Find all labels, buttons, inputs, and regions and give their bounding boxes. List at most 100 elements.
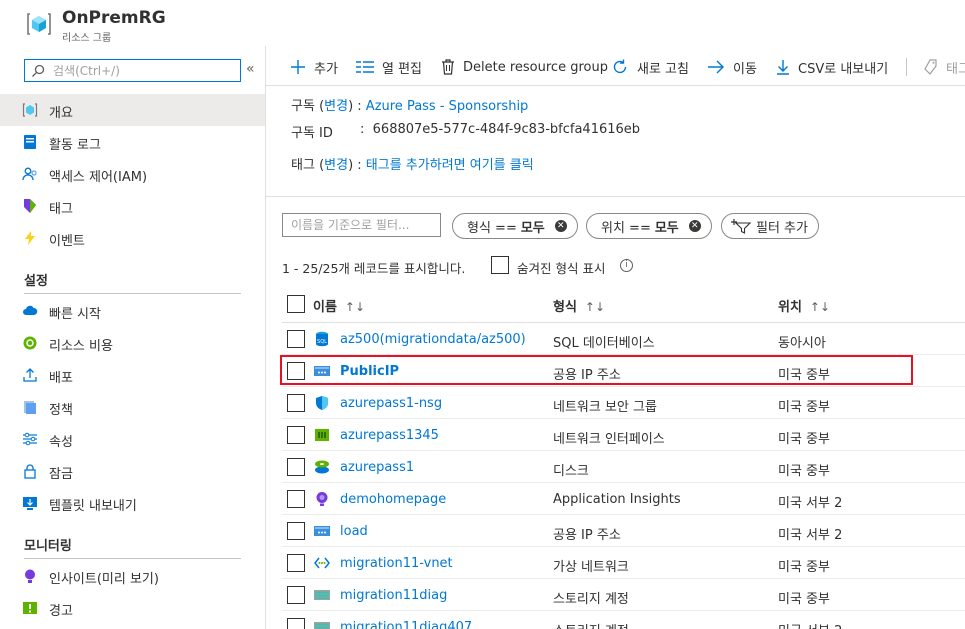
vnet-icon	[314, 557, 330, 569]
select-all-checkbox[interactable]	[287, 295, 305, 313]
resource-name-link[interactable]: load	[340, 524, 368, 539]
sidebar-item-events[interactable]: 이벤트	[0, 222, 265, 254]
close-icon[interactable]: ✕	[688, 220, 701, 232]
refresh-button[interactable]: 새로 고침	[611, 56, 689, 78]
row-checkbox[interactable]	[287, 394, 305, 412]
resource-name-link[interactable]: azurepass1-nsg	[340, 396, 442, 411]
resource-name-link[interactable]: az500(migrationdata/az500)	[340, 332, 526, 347]
row-checkbox[interactable]	[287, 490, 305, 508]
edit-columns-button[interactable]: 열 편집	[356, 56, 422, 78]
resource-name-link[interactable]: PublicIP	[340, 364, 399, 379]
sidebar-item-locks[interactable]: 잠금	[0, 455, 265, 487]
records-count: 1 - 25/25개 레코드를 표시합니다.	[282, 261, 466, 276]
app-insights-icon	[316, 492, 328, 506]
column-header-location[interactable]: 위치 ↑↓	[778, 296, 830, 315]
sidebar-item-label: 태그	[49, 202, 73, 217]
name-filter-input[interactable]	[291, 218, 431, 232]
lightning-icon	[25, 231, 35, 245]
tags-label: 태그	[946, 61, 965, 77]
sidebar-item-label: 경고	[49, 604, 73, 619]
table-row[interactable]: migration11diag407 스토리지 계정 미국 서부 2	[282, 611, 965, 629]
sidebar-item-alerts[interactable]: 경고	[0, 592, 265, 624]
resource-name-link[interactable]: azurepass1345	[340, 428, 439, 443]
policy-icon	[24, 401, 36, 414]
trash-icon	[442, 59, 454, 75]
sidebar-item-label: 개요	[49, 106, 73, 121]
add-filter-button[interactable]: 필터 추가	[721, 213, 819, 239]
row-checkbox[interactable]	[287, 554, 305, 572]
row-checkbox[interactable]	[287, 426, 305, 444]
sidebar-search[interactable]	[24, 59, 241, 82]
table-row[interactable]: PublicIP 공용 IP 주소 미국 중부	[282, 355, 965, 387]
resource-group-icon	[27, 13, 51, 35]
close-icon[interactable]: ✕	[554, 220, 567, 232]
resource-location: 미국 중부	[778, 592, 830, 607]
sidebar-item-label: 잠금	[49, 467, 73, 482]
sidebar-item-resource-costs[interactable]: 리소스 비용	[0, 327, 265, 359]
resource-name-link[interactable]: demohomepage	[340, 492, 446, 507]
table-row[interactable]: demohomepage Application Insights 미국 서부 …	[282, 483, 965, 515]
sidebar-item-label: 인사이트(미리 보기)	[49, 572, 159, 587]
sort-icon: ↑↓	[809, 300, 831, 314]
page-title: OnPremRG	[62, 8, 166, 28]
sidebar-item-activity-log[interactable]: 활동 로그	[0, 126, 265, 158]
table-row[interactable]: migration11-vnet 가상 네트워크 미국 중부	[282, 547, 965, 579]
table-row[interactable]: migration11diag 스토리지 계정 미국 중부	[282, 579, 965, 611]
sidebar-item-iam[interactable]: 액세스 제어(IAM)	[0, 158, 265, 190]
resource-location: 미국 중부	[778, 368, 830, 383]
sidebar-item-label: 리소스 비용	[49, 339, 113, 354]
resource-location: 미국 중부	[778, 464, 830, 479]
show-hidden-checkbox[interactable]	[491, 256, 509, 274]
location-filter-pill[interactable]: 위치 == 모두 ✕	[586, 213, 712, 239]
table-row[interactable]: azurepass1345 네트워크 인터페이스 미국 중부	[282, 419, 965, 451]
info-icon[interactable]: i	[620, 259, 633, 272]
resource-location: 미국 중부	[778, 560, 830, 575]
column-name-label: 이름	[313, 300, 337, 315]
row-checkbox[interactable]	[287, 458, 305, 476]
sidebar-item-tags[interactable]: 태그	[0, 190, 265, 222]
row-checkbox[interactable]	[287, 586, 305, 604]
sidebar-item-properties[interactable]: 속성	[0, 423, 265, 455]
table-row[interactable]: azurepass1 디스크 미국 중부	[282, 451, 965, 483]
search-input[interactable]	[53, 62, 233, 79]
resource-type: 네트워크 보안 그룹	[553, 400, 657, 415]
tags-change-link[interactable]: 변경	[324, 158, 348, 173]
sidebar-item-policies[interactable]: 정책	[0, 391, 265, 423]
column-location-label: 위치	[778, 300, 802, 315]
move-button[interactable]: 이동	[707, 56, 757, 78]
sidebar-item-label: 속성	[49, 435, 73, 450]
table-row[interactable]: azurepass1-nsg 네트워크 보안 그룹 미국 중부	[282, 387, 965, 419]
add-button[interactable]: 추가	[290, 56, 338, 78]
resource-name-link[interactable]: migration11diag407	[340, 620, 472, 629]
name-filter-box[interactable]	[282, 213, 441, 237]
row-checkbox[interactable]	[287, 362, 305, 380]
row-checkbox[interactable]	[287, 330, 305, 348]
table-row[interactable]: load 공용 IP 주소 미국 서부 2	[282, 515, 965, 547]
resource-name-link[interactable]: migration11diag	[340, 588, 447, 603]
tags-button[interactable]: 태그	[924, 56, 965, 78]
sidebar-item-deployments[interactable]: 배포	[0, 359, 265, 391]
sidebar-item-overview[interactable]: 개요	[0, 94, 265, 126]
type-filter-pill[interactable]: 형식 == 모두 ✕	[452, 213, 578, 239]
export-csv-button[interactable]: CSV로 내보내기	[776, 56, 888, 78]
sidebar-item-export-template[interactable]: 템플릿 내보내기	[0, 487, 265, 519]
row-checkbox[interactable]	[287, 618, 305, 629]
iam-icon	[22, 167, 37, 181]
alert-icon	[23, 602, 37, 614]
resource-name-link[interactable]: migration11-vnet	[340, 556, 453, 571]
row-checkbox[interactable]	[287, 522, 305, 540]
subscription-link[interactable]: Azure Pass - Sponsorship	[366, 99, 529, 114]
table-row[interactable]: SQL az500(migrationdata/az500) SQL 데이터베이…	[282, 323, 965, 355]
add-tags-link[interactable]: 태그를 추가하려면 여기를 클릭	[366, 158, 534, 173]
collapse-sidebar-button[interactable]: «	[246, 61, 255, 77]
location-filter-prefix: 위치 ==	[601, 220, 651, 236]
sidebar-item-quickstart[interactable]: 빠른 시작	[0, 295, 265, 327]
sidebar-item-insights[interactable]: 인사이트(미리 보기)	[0, 560, 265, 592]
essentials-divider	[266, 196, 965, 197]
column-header-type[interactable]: 형식 ↑↓	[553, 296, 605, 315]
subscription-change-link[interactable]: 변경	[324, 99, 348, 114]
resource-name-link[interactable]: azurepass1	[340, 460, 414, 475]
column-header-name[interactable]: 이름 ↑↓	[313, 296, 365, 315]
tag-outline-icon	[924, 59, 937, 75]
delete-resource-group-button[interactable]: Delete resource group	[441, 56, 608, 78]
